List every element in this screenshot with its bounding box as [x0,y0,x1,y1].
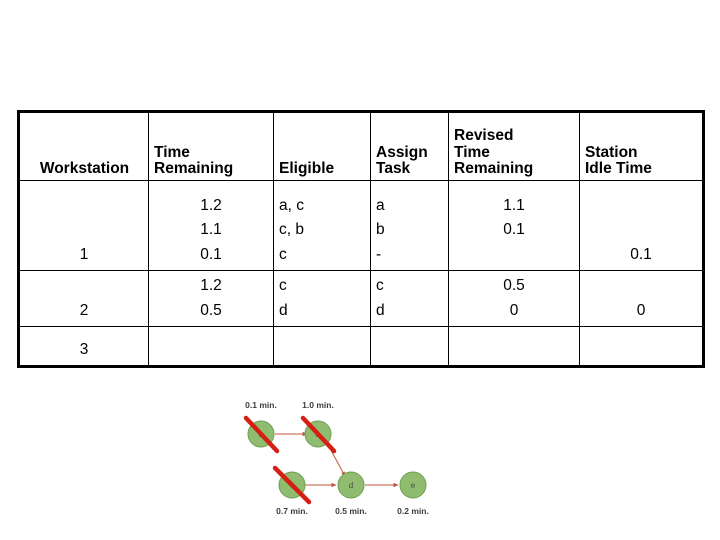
table-header-row: Workstation Time Remaining Eligible Assig… [18,111,704,181]
time-label-node-e: 0.2 min. [397,506,429,516]
cell-workstation-value: 3 [79,340,89,358]
time-label-node-d: 0.5 min. [335,506,367,516]
cell-revised-time-remaining: 1.1 0.1 [448,180,580,271]
time-label-node-a: 0.1 min. [245,400,277,410]
cell-workstation: 2 [18,270,149,327]
cell-revised-time-remaining: 0.5 0 [448,270,580,327]
cell-assign-task: ab- [370,180,449,271]
column-header-time-remaining-label: Time Remaining [154,143,234,178]
precedence-diagram: a b c d e [235,396,450,520]
table-row: 1 1.2 1.1 0.1 a, c c, bc ab- 1.1 0.1 0.1 [18,180,704,271]
column-header-time-remaining: Time Remaining [148,111,274,181]
cell-workstation: 3 [18,326,149,367]
column-header-station-idle-time: Station Idle Time [579,111,704,181]
cell-eligible: a, c c, bc [273,180,371,271]
cell-station-idle-time: 0.1 [579,180,704,271]
node-d: d [337,471,365,499]
cell-assign-task: cd [370,270,449,327]
cell-eligible-value: cd [279,277,288,319]
cell-time-remaining: 1.2 1.1 0.1 [148,180,274,271]
cell-workstation-value: 2 [79,301,89,319]
node-d-label: d [349,481,353,490]
cell-revised-time-remaining-value: 0.5 0 [503,277,525,319]
cell-time-remaining [148,326,274,367]
line-balancing-table: Workstation Time Remaining Eligible Assig… [17,110,705,368]
precedence-diagram-canvas: a b c d e [243,400,429,516]
cell-station-idle-time-value: 0.1 [630,245,652,263]
column-header-assign-task: Assign Task [370,111,449,181]
cell-workstation-value: 1 [79,245,89,263]
cell-eligible-value: a, c c, bc [279,196,304,263]
cell-time-remaining-value: 1.2 1.1 0.1 [200,196,222,263]
diagram-time-labels: 0.1 min. 1.0 min. 0.7 min. 0.5 min. 0.2 … [245,400,429,516]
time-label-node-c: 0.7 min. [276,506,308,516]
table-body: 1 1.2 1.1 0.1 a, c c, bc ab- 1.1 0.1 0.1 2 [18,180,704,367]
cell-revised-time-remaining-value: 1.1 0.1 [503,196,525,239]
cell-eligible [273,326,371,367]
table-row: 2 1.2 0.5 cd cd 0.5 0 0 [18,270,704,327]
column-header-eligible: Eligible [273,111,371,181]
column-header-revised-time-remaining-label: Revised Time Remaining [454,126,534,178]
cell-station-idle-time [579,326,704,367]
cell-assign-task [370,326,449,367]
cell-assign-task-value: ab- [376,196,385,263]
cell-revised-time-remaining [448,326,580,367]
cell-eligible: cd [273,270,371,327]
column-header-workstation: Workstation [18,111,149,181]
cell-time-remaining: 1.2 0.5 [148,270,274,327]
column-header-eligible-label: Eligible [279,160,335,178]
cell-station-idle-time-value: 0 [636,301,646,319]
column-header-workstation-label: Workstation [39,160,130,178]
diagram-nodes: a b c d e [247,420,427,499]
node-e: e [399,471,427,499]
cell-time-remaining-value: 1.2 0.5 [200,277,222,319]
column-header-assign-task-label: Assign Task [376,143,428,178]
column-header-revised-time-remaining: Revised Time Remaining [448,111,580,181]
column-header-station-idle-time-label: Station Idle Time [585,143,652,178]
cell-assign-task-value: cd [376,277,385,319]
cell-workstation: 1 [18,180,149,271]
time-label-node-b: 1.0 min. [302,400,334,410]
node-e-label: e [411,481,416,490]
table-row: 3 [18,326,704,367]
cell-station-idle-time: 0 [579,270,704,327]
